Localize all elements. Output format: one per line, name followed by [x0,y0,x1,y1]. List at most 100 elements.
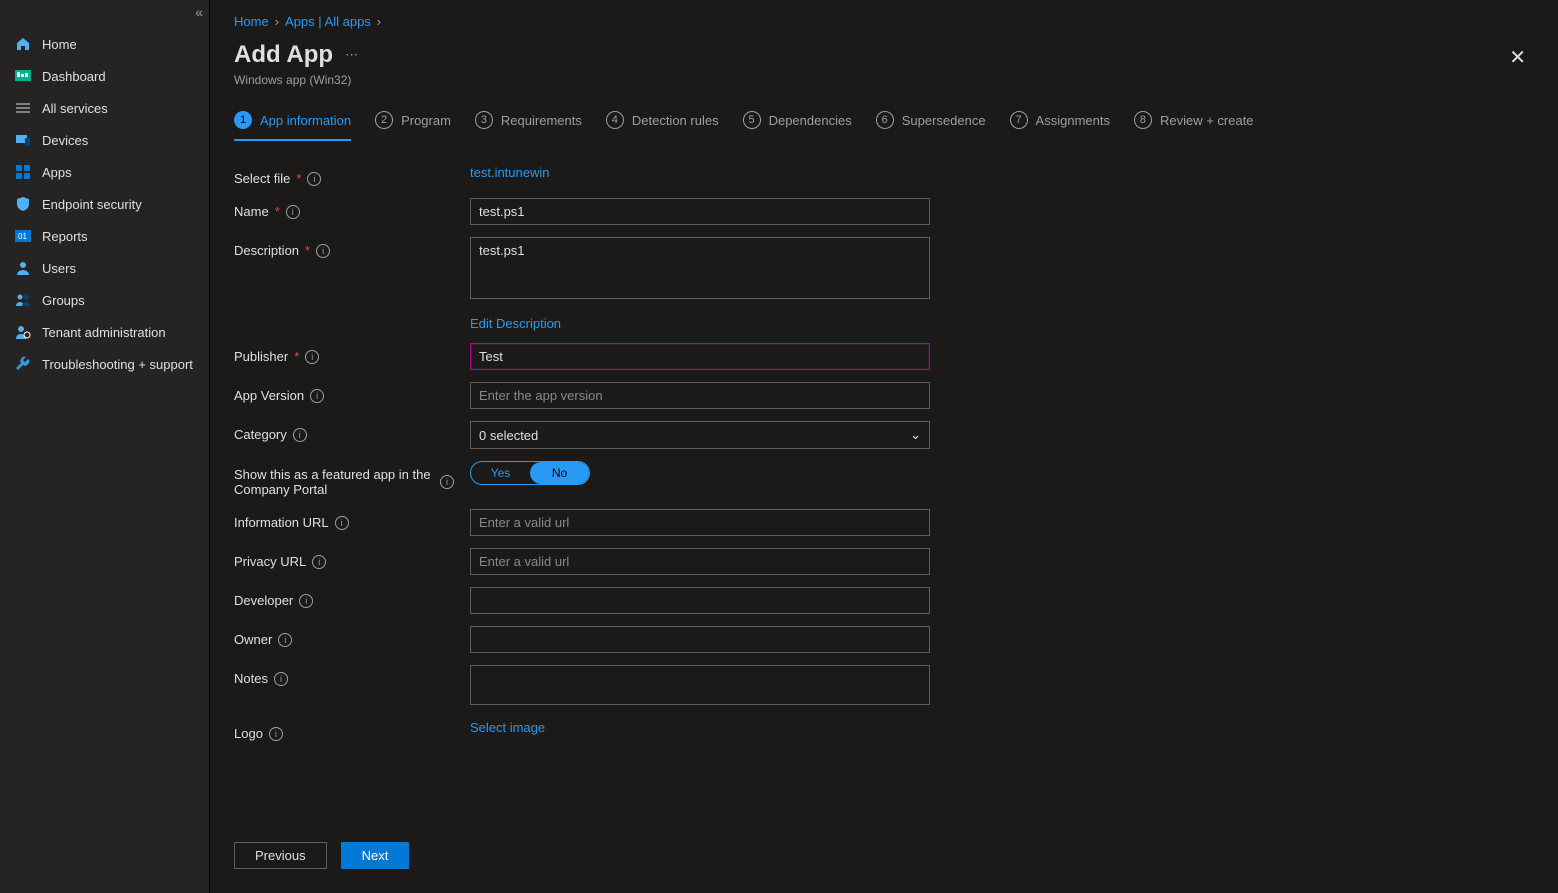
footer: Previous Next [210,828,1558,893]
sidebar-item-devices[interactable]: Devices [0,124,209,156]
toggle-yes[interactable]: Yes [471,462,530,484]
sidebar-item-label: Tenant administration [42,325,166,340]
next-button[interactable]: Next [341,842,410,869]
required-mark: * [305,243,310,258]
sidebar-item-label: Apps [42,165,72,180]
chevron-down-icon: ⌄ [910,427,921,443]
tab-number: 7 [1010,111,1028,129]
sidebar-item-label: Groups [42,293,85,308]
list-icon [14,99,32,117]
name-input[interactable] [470,198,930,225]
sidebar-item-label: Endpoint security [42,197,142,212]
info-icon[interactable]: i [310,389,324,403]
tab-detection-rules[interactable]: 4 Detection rules [606,111,719,141]
apps-icon [14,163,32,181]
info-icon[interactable]: i [299,594,313,608]
sidebar-item-endpoint-security[interactable]: Endpoint security [0,188,209,220]
publisher-label: Publisher [234,349,288,364]
publisher-input[interactable] [470,343,930,370]
breadcrumb-apps[interactable]: Apps | All apps [285,14,371,29]
previous-button[interactable]: Previous [234,842,327,869]
sidebar: « Home Dashboard All services Devices [0,0,210,893]
tab-assignments[interactable]: 7 Assignments [1010,111,1110,141]
user-icon [14,259,32,277]
info-icon[interactable]: i [307,172,321,186]
tab-label: Assignments [1036,113,1110,128]
privacy-url-input[interactable] [470,548,930,575]
info-icon[interactable]: i [312,555,326,569]
chevron-right-icon: › [377,14,381,29]
info-icon[interactable]: i [286,205,300,219]
more-menu-button[interactable]: ⋯ [345,47,358,63]
sidebar-item-apps[interactable]: Apps [0,156,209,188]
tab-label: Review + create [1160,113,1254,128]
name-label: Name [234,204,269,219]
privacy-url-label: Privacy URL [234,554,306,569]
sidebar-item-tenant-administration[interactable]: Tenant administration [0,316,209,348]
sidebar-item-label: All services [42,101,108,116]
sidebar-item-groups[interactable]: Groups [0,284,209,316]
breadcrumb-home[interactable]: Home [234,14,269,29]
info-icon[interactable]: i [269,727,283,741]
sidebar-item-dashboard[interactable]: Dashboard [0,60,209,92]
category-select[interactable]: 0 selected ⌄ [470,421,930,449]
sidebar-item-users[interactable]: Users [0,252,209,284]
main-panel: Home › Apps | All apps › Add App ⋯ Windo… [210,0,1558,893]
select-image-link[interactable]: Select image [470,720,545,735]
sidebar-item-label: Troubleshooting + support [42,357,193,372]
collapse-sidebar-button[interactable]: « [195,4,203,20]
sidebar-item-troubleshooting[interactable]: Troubleshooting + support [0,348,209,380]
sidebar-item-all-services[interactable]: All services [0,92,209,124]
info-icon[interactable]: i [440,475,454,489]
info-url-label: Information URL [234,515,329,530]
edit-description-link[interactable]: Edit Description [470,316,561,331]
description-textarea[interactable] [470,237,930,299]
sidebar-item-label: Dashboard [42,69,106,84]
tab-supersedence[interactable]: 6 Supersedence [876,111,986,141]
tab-number: 6 [876,111,894,129]
notes-textarea[interactable] [470,665,930,705]
chevron-right-icon: › [275,14,279,29]
info-icon[interactable]: i [274,672,288,686]
group-icon [14,291,32,309]
select-file-link[interactable]: test.intunewin [470,165,550,180]
toggle-no[interactable]: No [530,462,589,484]
sidebar-item-label: Users [42,261,76,276]
developer-input[interactable] [470,587,930,614]
tab-number: 5 [743,111,761,129]
reports-icon: 01 [14,227,32,245]
app-version-label: App Version [234,388,304,403]
info-url-input[interactable] [470,509,930,536]
info-icon[interactable]: i [293,428,307,442]
info-icon[interactable]: i [335,516,349,530]
tab-review-create[interactable]: 8 Review + create [1134,111,1254,141]
close-button[interactable]: ✕ [1501,41,1534,74]
logo-label: Logo [234,726,263,741]
required-mark: * [275,204,280,219]
tab-number: 1 [234,111,252,129]
tab-program[interactable]: 2 Program [375,111,451,141]
sidebar-item-label: Devices [42,133,88,148]
tab-requirements[interactable]: 3 Requirements [475,111,582,141]
sidebar-item-label: Reports [42,229,88,244]
admin-icon [14,323,32,341]
owner-input[interactable] [470,626,930,653]
select-file-label: Select file [234,171,290,186]
tabs: 1 App information 2 Program 3 Requiremen… [210,101,1558,141]
description-label: Description [234,243,299,258]
sidebar-item-reports[interactable]: 01 Reports [0,220,209,252]
wrench-icon [14,355,32,373]
tab-number: 8 [1134,111,1152,129]
tab-app-information[interactable]: 1 App information [234,111,351,141]
required-mark: * [296,171,301,186]
tab-label: App information [260,113,351,128]
info-icon[interactable]: i [305,350,319,364]
page-title: Add App [234,41,333,69]
info-icon[interactable]: i [316,244,330,258]
info-icon[interactable]: i [278,633,292,647]
app-version-input[interactable] [470,382,930,409]
sidebar-item-home[interactable]: Home [0,28,209,60]
featured-toggle[interactable]: Yes No [470,461,590,485]
home-icon [14,35,32,53]
tab-dependencies[interactable]: 5 Dependencies [743,111,852,141]
